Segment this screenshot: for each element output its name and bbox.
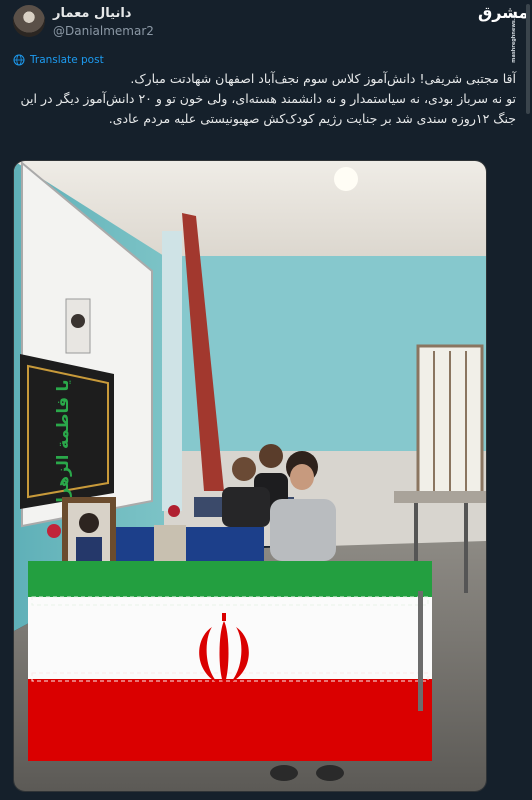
banner-text: یا فاطمة الزهرا: [53, 379, 72, 502]
globe-icon: [13, 54, 25, 66]
post-text: آقا مجتبی شریفی! دانش‌آموز کلاس سوم نجف‌…: [16, 69, 516, 129]
author-name[interactable]: دانیال معمار: [53, 6, 131, 21]
post-header: دانیال معمار @Danialmemar2 مشرق mashregh…: [0, 0, 532, 63]
classroom-photo: یا فاطمة الزهرا: [14, 161, 486, 791]
post-text-line: آقا مجتبی شریفی! دانش‌آموز کلاس سوم نجف‌…: [130, 71, 516, 86]
author-avatar[interactable]: [13, 5, 45, 37]
scrollbar[interactable]: [526, 4, 530, 114]
author-handle[interactable]: @Danialmemar2: [53, 24, 154, 38]
post-photo[interactable]: یا فاطمة الزهرا: [13, 160, 487, 792]
post-text-line: تو نه سرباز بودی، نه سیاستمدار و نه دانش…: [20, 91, 516, 126]
translate-post-link[interactable]: Translate post: [13, 54, 104, 66]
logo-url: mashreghnews.ir: [511, 14, 517, 63]
news-logo: مشرق mashreghnews.ir: [478, 4, 528, 63]
translate-label: Translate post: [30, 54, 104, 66]
